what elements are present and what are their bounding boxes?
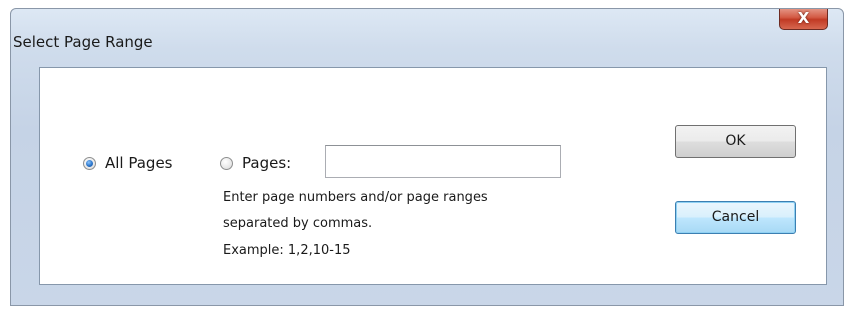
example-text: Example: 1,2,10-15 xyxy=(223,243,351,258)
pages-radio[interactable]: Pages: xyxy=(220,154,291,172)
ok-button[interactable]: OK xyxy=(675,125,796,158)
all-pages-radio-indicator[interactable] xyxy=(83,156,96,170)
close-button[interactable]: X xyxy=(779,9,828,30)
dialog-content: All Pages Pages: Enter page numbers and/… xyxy=(39,67,827,285)
all-pages-radio[interactable]: All Pages xyxy=(83,154,173,172)
close-icon: X xyxy=(797,9,810,27)
pages-input[interactable] xyxy=(325,145,561,178)
pages-radio-indicator[interactable] xyxy=(220,156,233,170)
pages-label[interactable]: Pages: xyxy=(242,154,291,172)
dialog-title: Select Page Range xyxy=(13,33,153,51)
help-text-line-1: Enter page numbers and/or page ranges xyxy=(223,190,488,205)
title-bar[interactable]: Select Page Range X xyxy=(11,9,843,67)
select-page-range-dialog: Select Page Range X All Pages Pages: Ent… xyxy=(10,8,844,306)
cancel-button[interactable]: Cancel xyxy=(675,201,796,234)
help-text-line-2: separated by commas. xyxy=(223,216,373,231)
all-pages-label[interactable]: All Pages xyxy=(105,154,173,172)
